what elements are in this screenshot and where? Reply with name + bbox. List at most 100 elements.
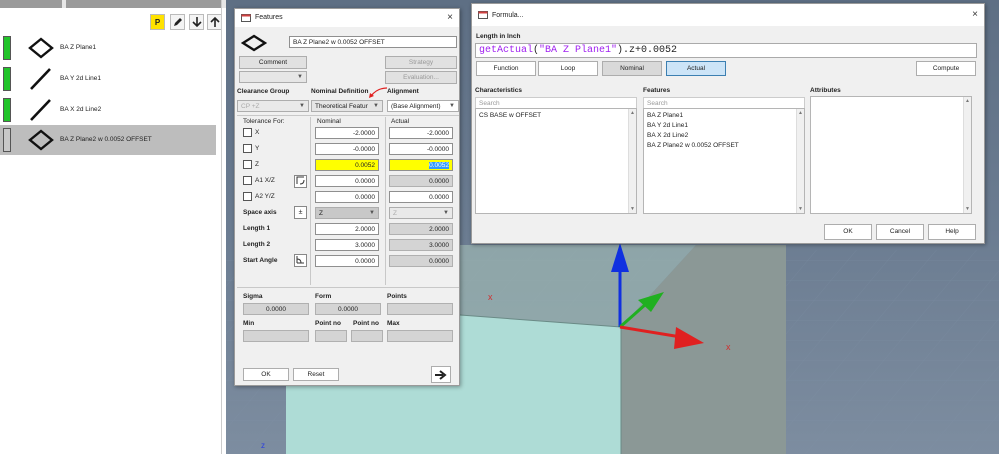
y-actual-input[interactable]: -0.0000 — [389, 143, 453, 155]
status-bar — [3, 98, 11, 122]
feature-row[interactable]: BA Y 2d Line1 — [0, 64, 216, 94]
panel-divider — [221, 0, 222, 454]
y-tolerance-checkbox[interactable] — [243, 144, 252, 153]
z-axis-label: z — [261, 441, 265, 450]
move-down-button[interactable] — [189, 14, 204, 30]
nominal-def-value: Theoretical Featur — [315, 103, 368, 110]
a1-angle-button[interactable] — [294, 175, 307, 188]
divider — [237, 287, 459, 288]
close-icon[interactable]: × — [447, 12, 453, 23]
edit-button[interactable] — [170, 14, 185, 30]
z-actual-input[interactable]: 0.0052 — [389, 159, 453, 171]
a1-nominal-input[interactable]: 0.0000 — [315, 175, 379, 187]
list-item[interactable]: BA X 2d Line2 — [647, 132, 688, 139]
evaluation-button[interactable]: Evaluation... — [385, 71, 457, 84]
features-title-bar: Features × — [235, 9, 459, 27]
chevron-down-icon: ▼ — [299, 103, 305, 109]
chevron-down-icon: ▼ — [297, 74, 303, 80]
cancel-button[interactable]: Cancel — [876, 224, 924, 240]
loop-button[interactable]: Loop — [538, 61, 598, 76]
characteristics-list[interactable]: CS BASE w OFFSET ▲ ▼ — [475, 108, 637, 214]
compute-button[interactable]: Compute — [916, 61, 976, 76]
plane-icon — [28, 129, 54, 151]
space-axis-flip-button[interactable]: ± — [294, 206, 307, 219]
ok-button[interactable]: OK — [243, 368, 289, 381]
sigma-value: 0.0000 — [266, 306, 286, 313]
z-nominal-input[interactable]: 0.0052 — [315, 159, 379, 171]
list-item[interactable]: BA Z Plane1 — [647, 112, 683, 119]
scrollbar[interactable]: ▲ ▼ — [963, 97, 971, 213]
y-nominal-input[interactable]: -0.0000 — [315, 143, 379, 155]
length1-nominal-input[interactable]: 2.0000 — [315, 223, 379, 235]
clearance-value: CP +Z — [241, 103, 260, 110]
a2-nominal-input[interactable]: 0.0000 — [315, 191, 379, 203]
function-button[interactable]: Function — [476, 61, 536, 76]
pencil-icon — [173, 18, 182, 26]
strategy-button[interactable]: Strategy — [385, 56, 457, 69]
ok-button[interactable]: OK — [824, 224, 872, 240]
loop-label: Loop — [560, 65, 576, 72]
z-tolerance-checkbox[interactable] — [243, 160, 252, 169]
start-angle-nominal-input[interactable]: 0.0000 — [315, 255, 379, 267]
header-segment — [0, 0, 62, 8]
feature-row-selected[interactable]: BA Z Plane2 w 0.0052 OFFSET — [0, 125, 216, 155]
alignment-select[interactable]: (Base Alignment) ▼ — [387, 100, 459, 112]
feature-name-input[interactable]: BA Z Plane2 w 0.0052 OFFSET — [289, 36, 457, 48]
alignment-label: Alignment — [387, 88, 419, 95]
characteristics-label: Characteristics — [475, 87, 522, 94]
length2-nominal-input[interactable]: 3.0000 — [315, 239, 379, 251]
a1-tolerance-checkbox[interactable] — [243, 176, 252, 185]
scroll-down-icon[interactable]: ▼ — [798, 206, 803, 212]
x-actual-input[interactable]: -2.0000 — [389, 127, 453, 139]
length-unit-label: Length in Inch — [476, 33, 521, 40]
next-button[interactable] — [431, 366, 451, 383]
features-dialog: Features × BA Z Plane2 w 0.0052 OFFSET C… — [234, 8, 460, 386]
formula-input[interactable]: getActual("BA Z Plane1").z+0.0052 — [475, 43, 977, 58]
close-icon[interactable]: × — [972, 9, 978, 20]
line-icon — [30, 68, 51, 90]
scroll-down-icon[interactable]: ▼ — [630, 206, 635, 212]
scrollbar[interactable]: ▲ ▼ — [796, 109, 804, 213]
p-button[interactable]: P — [150, 14, 165, 30]
chevron-down-icon: ▼ — [449, 103, 455, 109]
comment-button[interactable]: Comment — [239, 56, 307, 69]
nominal-button[interactable]: Nominal — [602, 61, 662, 76]
feature-row[interactable]: BA Z Plane1 — [0, 33, 216, 63]
plane-icon — [241, 34, 267, 52]
nominal-definition-select[interactable]: Theoretical Featur ▼ — [311, 100, 383, 112]
list-item[interactable]: CS BASE w OFFSET — [479, 112, 541, 119]
a2-actual-input[interactable]: 0.0000 — [389, 191, 453, 203]
a2-tolerance-checkbox[interactable] — [243, 192, 252, 201]
x-nominal-input[interactable]: -2.0000 — [315, 127, 379, 139]
nominal-column-header: Nominal — [317, 118, 341, 125]
actual-button[interactable]: Actual — [666, 61, 726, 76]
plus-minus-icon: ± — [298, 209, 303, 216]
annotation-arrow — [369, 87, 388, 98]
feature-label: BA Z Plane2 w 0.0052 OFFSET — [60, 136, 152, 143]
compute-label: Compute — [932, 65, 960, 72]
space-axis-nominal-select[interactable]: Z ▼ — [315, 207, 379, 219]
attributes-list[interactable]: ▲ ▼ — [810, 96, 972, 214]
list-item[interactable]: BA Z Plane2 w 0.0052 OFFSET — [647, 142, 739, 149]
x-tolerance-checkbox[interactable] — [243, 128, 252, 137]
help-button[interactable]: Help — [928, 224, 976, 240]
scroll-up-icon[interactable]: ▲ — [798, 110, 803, 116]
start-angle-button[interactable] — [294, 254, 307, 267]
form-field: 0.0000 — [315, 303, 381, 315]
list-item[interactable]: BA Y 2d Line1 — [647, 122, 688, 129]
z-actual-value: 0.0052 — [429, 162, 449, 169]
max-label: Max — [387, 320, 400, 327]
scrollbar[interactable]: ▲ ▼ — [628, 109, 636, 213]
scroll-up-icon[interactable]: ▲ — [965, 98, 970, 104]
comment-dropdown[interactable]: ▼ — [239, 71, 307, 83]
scroll-up-icon[interactable]: ▲ — [630, 110, 635, 116]
clearance-group-select[interactable]: CP +Z ▼ — [237, 100, 309, 112]
features-list[interactable]: BA Z Plane1 BA Y 2d Line1 BA X 2d Line2 … — [643, 108, 805, 214]
move-up-button[interactable] — [207, 14, 222, 30]
clearance-group-label: Clearance Group — [237, 88, 290, 95]
space-axis-actual-value: Z — [393, 210, 397, 217]
reset-button[interactable]: Reset — [293, 368, 339, 381]
length2-actual-input: 3.0000 — [389, 239, 453, 251]
scroll-down-icon[interactable]: ▼ — [965, 206, 970, 212]
feature-row[interactable]: BA X 2d Line2 — [0, 95, 216, 125]
